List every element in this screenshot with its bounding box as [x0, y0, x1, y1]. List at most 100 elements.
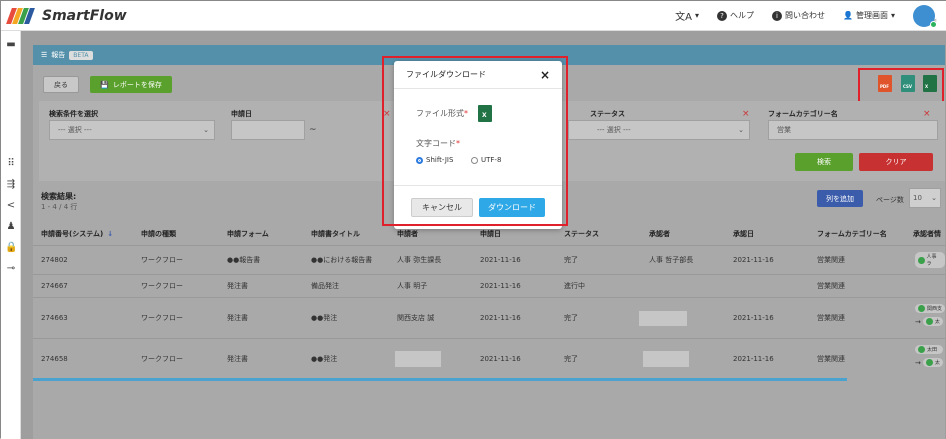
condition-label: 検索条件を選択	[49, 110, 98, 118]
save-icon: 💾	[100, 80, 109, 89]
clear-button[interactable]: クリア	[859, 153, 933, 171]
cell: 274667	[41, 282, 68, 290]
check-icon	[918, 346, 925, 353]
list-icon: ☰	[41, 51, 48, 59]
chevron-down-icon: ▾	[694, 11, 699, 20]
share-icon[interactable]: <	[5, 200, 17, 212]
category-label: フォームカテゴリー名	[768, 110, 838, 118]
table-row[interactable]: 274667 ワークフロー 発注書 備品発注 人事 明子 2021-11-16 …	[33, 275, 945, 298]
avatar	[912, 4, 937, 28]
column-header[interactable]: 承認日	[733, 223, 754, 245]
cell: 営業関連	[817, 314, 845, 322]
table-row[interactable]: 274658 ワークフロー 発注書 ●●発注 2021-11-16 完了 202…	[33, 339, 945, 378]
column-header[interactable]: 申請フォーム	[227, 223, 269, 245]
online-status-icon	[929, 20, 937, 28]
column-header[interactable]: 承認者	[649, 223, 670, 245]
check-icon	[918, 305, 925, 312]
cell: 274658	[41, 354, 68, 363]
chevron-down-icon: ⌄	[931, 194, 937, 202]
column-header[interactable]: フォームカテゴリー名	[817, 223, 887, 245]
cell: ワークフロー	[141, 256, 183, 264]
chevron-down-icon: ⌄	[203, 126, 209, 134]
brand-name: SmartFlow	[42, 7, 127, 24]
cell: 人事 明子	[397, 282, 428, 290]
page-size-select[interactable]: 10 ⌄	[909, 188, 941, 208]
check-icon	[918, 256, 925, 264]
help-link[interactable]: ? ヘルプ	[717, 10, 754, 21]
top-bar: SmartFlow 文A ▾ ? ヘルプ i 問い合わせ 👤 管理画面 ▾ 管理…	[1, 1, 946, 31]
cell: ●●発注	[311, 354, 338, 363]
arrow-right-icon: →	[915, 358, 921, 367]
export-highlight-box	[858, 68, 944, 105]
cell: ●●における報告書	[311, 255, 373, 264]
translate-icon: 文A	[675, 12, 692, 23]
cell: 2021-11-16	[480, 256, 521, 264]
table-row[interactable]: 274802 ワークフロー ●●報告書 ●●における報告書 人事 弥生課長 20…	[33, 246, 945, 275]
horizontal-scrollbar[interactable]	[33, 378, 847, 381]
category-clear-icon[interactable]: ×	[923, 109, 931, 119]
cell: 完了	[564, 354, 578, 363]
cell: 2021-11-16	[480, 314, 521, 322]
sidebar: ▬ ⠿ ⇶ < ♟ 🔒 ⊸	[1, 31, 21, 439]
approver-pill: 関西支	[915, 304, 945, 313]
grid-icon[interactable]: ⠿	[5, 158, 17, 170]
status-clear-icon[interactable]: ×	[742, 109, 750, 119]
user-icon: 👤	[843, 11, 853, 20]
page-size-label: ページ数	[876, 196, 904, 204]
question-icon: ?	[717, 10, 727, 21]
cell: 完了	[564, 256, 578, 264]
column-header[interactable]: 申請番号(システム) ↓	[41, 223, 113, 245]
logo-mark-icon	[6, 7, 35, 24]
approver-pill: 人事 ラ	[915, 252, 945, 268]
translate-menu[interactable]: 文A ▾	[675, 8, 699, 23]
wallet-icon[interactable]: ▬	[5, 39, 17, 51]
save-report-button[interactable]: 💾 レポートを保存	[90, 76, 172, 93]
cell: 発注書	[227, 314, 248, 322]
approver-pill: 太	[922, 358, 943, 367]
cell: ●●発注	[311, 314, 338, 322]
cell: 274802	[41, 256, 68, 264]
flow-icon[interactable]: ⇶	[5, 179, 17, 191]
date-from-input[interactable]	[231, 120, 305, 140]
chevron-down-icon: ⌄	[738, 126, 744, 134]
cell: 人事 哲子部長	[649, 256, 694, 264]
admin-menu[interactable]: 👤 管理画面 ▾	[843, 10, 895, 21]
status-select[interactable]: --- 選択 --- ⌄	[568, 120, 750, 140]
panel-title: 報告	[51, 51, 66, 59]
lock-icon[interactable]: 🔒	[5, 242, 17, 254]
cell: ワークフロー	[141, 314, 183, 322]
user-menu[interactable]: 管理者	[912, 4, 937, 28]
cell: ワークフロー	[141, 354, 183, 363]
dialog-highlight-box	[382, 56, 568, 226]
condition-value: --- 選択 ---	[58, 126, 92, 134]
approver-pill: 太	[922, 317, 943, 326]
cell: 人事 弥生課長	[397, 256, 442, 264]
search-button[interactable]: 検索	[795, 153, 853, 171]
redacted-block	[643, 351, 689, 367]
column-header[interactable]: 申請の種類	[141, 223, 176, 245]
cell: ワークフロー	[141, 282, 183, 290]
cell: 2021-11-16	[733, 354, 774, 363]
category-input[interactable]: 営業	[768, 120, 938, 140]
info-icon: i	[772, 10, 782, 21]
cell: 営業関連	[817, 256, 845, 264]
cell: 進行中	[564, 282, 585, 290]
help-label: ヘルプ	[730, 11, 754, 20]
table-row[interactable]: 274663 ワークフロー 発注書 ●●発注 関西支店 誠 2021-11-16…	[33, 298, 945, 339]
contact-link[interactable]: i 問い合わせ	[772, 10, 825, 21]
admin-label: 管理画面	[855, 11, 888, 20]
column-header[interactable]: ステータス	[564, 223, 599, 245]
app-logo[interactable]: SmartFlow	[6, 7, 127, 24]
cell: ●●報告書	[227, 256, 261, 264]
redacted-block	[395, 351, 441, 367]
column-header[interactable]: 承認者情	[913, 223, 941, 245]
add-column-button[interactable]: 列を追加	[817, 190, 863, 207]
arrow-down-icon: ↓	[107, 230, 114, 238]
condition-select[interactable]: --- 選択 --- ⌄	[49, 120, 215, 140]
cell: 営業関連	[817, 282, 845, 290]
back-button[interactable]: 戻る	[43, 76, 79, 93]
key-icon[interactable]: ⊸	[5, 263, 17, 275]
user-settings-icon[interactable]: ♟	[5, 221, 17, 233]
column-header[interactable]: 申請書タイトル	[311, 223, 360, 245]
cell: 発注書	[227, 354, 248, 363]
